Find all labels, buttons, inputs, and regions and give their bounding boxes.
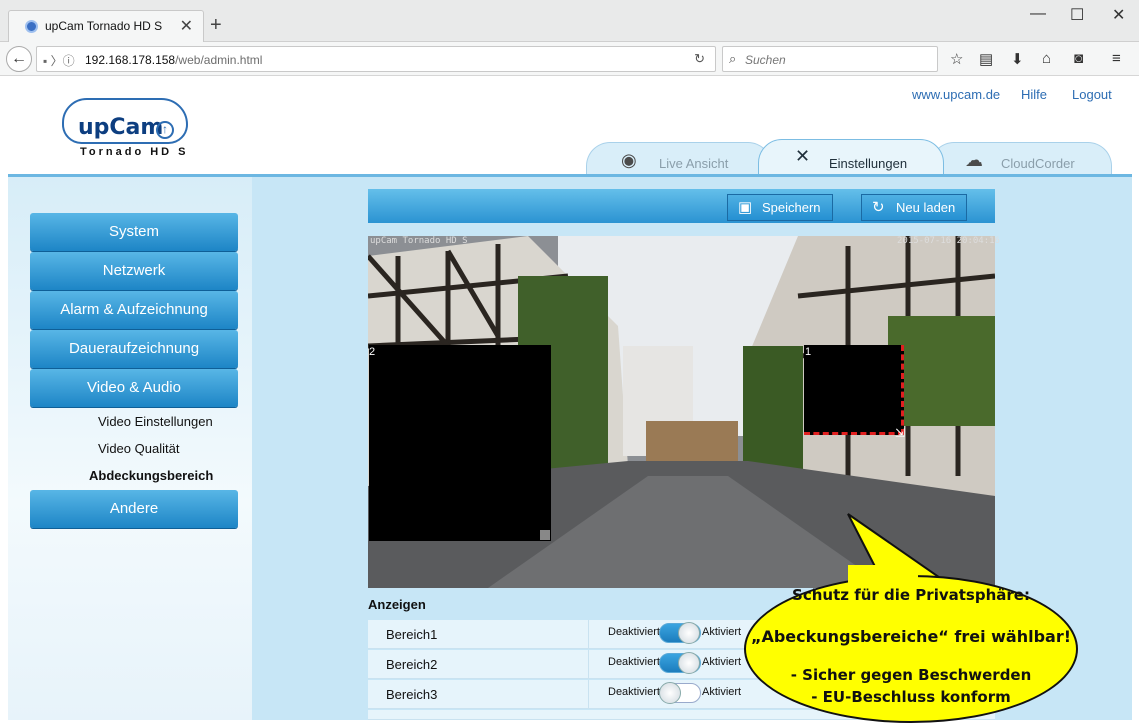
address-bar[interactable]: ▪ 〉ⓘ 192.168.178.158/web/admin.html ↻ (36, 46, 716, 72)
sidebar-item-other[interactable]: Andere (30, 490, 238, 528)
resize-handle-icon[interactable] (540, 530, 550, 540)
callout-line: - Sicher gegen Beschwerden (790, 666, 1032, 684)
close-window-button[interactable]: ✕ (1112, 5, 1125, 25)
camera-overlay-timestamp: 2015-07-16 20:04:16 (897, 236, 1000, 246)
camera-overlay-title: upCam Tornado HD S (370, 236, 468, 246)
reload-icon[interactable]: ↻ (694, 51, 705, 67)
bookmark-star-icon[interactable]: ☆ (950, 50, 963, 68)
callout-line: Schutz für die Privatsphäre: (792, 586, 1030, 604)
privacy-mask-label: 1 (805, 346, 812, 358)
sidebar-subitem-privacy-mask[interactable]: Abdeckungsbereich (89, 468, 213, 483)
privacy-mask-label: 2 (369, 346, 376, 358)
website-link[interactable]: www.upcam.de (912, 87, 1000, 102)
search-icon: ⌕ (729, 51, 737, 66)
close-tab-icon[interactable]: ✕ (180, 16, 193, 36)
sidebar-item-video-audio[interactable]: Video & Audio (30, 369, 238, 407)
menu-icon[interactable]: ≡ (1112, 50, 1121, 67)
sidebar-item-continuous-recording[interactable]: Daueraufzeichnung (30, 330, 238, 368)
logo-subtitle: Tornado HD S (80, 146, 189, 158)
area-toggle[interactable]: Deaktiviert (608, 686, 660, 698)
favicon-icon (25, 20, 38, 33)
home-icon[interactable]: ⌂ (1042, 50, 1051, 67)
browser-tab[interactable]: upCam Tornado HD S ✕ (8, 10, 204, 42)
resize-handle-icon[interactable]: ⇲ (893, 426, 907, 440)
section-heading: Anzeigen (368, 597, 426, 612)
toggle-switch[interactable] (659, 652, 701, 674)
tools-icon: ✕ (795, 146, 811, 166)
sidebar-item-network[interactable]: Netzwerk (30, 252, 238, 290)
sidebar-item-system[interactable]: System (30, 213, 238, 251)
area-toggle[interactable]: Deaktiviert (608, 656, 660, 668)
refresh-icon: ↻ (872, 199, 885, 216)
navigation-bar: ← ▪ 〉ⓘ 192.168.178.158/web/admin.html ↻ … (0, 42, 1139, 76)
logo-arrow-icon: ↑ (156, 121, 174, 139)
tab-cloudcorder[interactable]: ☁ CloudCorder (930, 142, 1112, 176)
new-tab-button[interactable]: + (210, 14, 222, 37)
reading-list-icon[interactable]: ▤ (979, 50, 993, 68)
sidebar-item-alarm[interactable]: Alarm & Aufzeichnung (30, 291, 238, 329)
area-toggle[interactable]: Deaktiviert (608, 626, 660, 638)
help-link[interactable]: Hilfe (1021, 87, 1047, 102)
download-icon[interactable]: ⬇ (1011, 50, 1024, 68)
sidebar-subitem-video-quality[interactable]: Video Qualität (98, 441, 179, 456)
cloud-icon: ☁ (965, 150, 983, 170)
url-text: 192.168.178.158/web/admin.html (85, 53, 263, 67)
toggle-switch[interactable] (659, 622, 701, 644)
logo: upCam (78, 115, 164, 140)
search-input[interactable]: ⌕ Suchen (722, 46, 938, 72)
save-icon: ▣ (738, 199, 753, 216)
logout-link[interactable]: Logout (1072, 87, 1112, 102)
pocket-icon[interactable]: ◙ (1074, 50, 1083, 67)
callout-line: - EU-Beschluss konform (811, 688, 1011, 706)
eye-icon: ◉ (621, 150, 637, 170)
tab-settings[interactable]: ✕ Einstellungen (758, 139, 944, 176)
maximize-button[interactable]: ☐ (1070, 5, 1084, 25)
tab-live-view[interactable]: ◉ Live Ansicht (586, 142, 772, 176)
privacy-mask-area[interactable] (369, 345, 551, 541)
site-info-icon[interactable]: ▪ 〉ⓘ (43, 52, 75, 69)
minimize-button[interactable]: — (1030, 5, 1046, 23)
reload-button[interactable]: ↻ Neu laden (861, 194, 967, 221)
privacy-mask-area[interactable] (804, 345, 904, 435)
callout-line: „Abeckungsbereiche“ frei wählbar! (750, 627, 1072, 646)
back-button[interactable]: ← (6, 46, 32, 72)
toggle-switch[interactable] (659, 682, 701, 704)
tab-title: upCam Tornado HD S (45, 19, 163, 33)
save-button[interactable]: ▣ Speichern (727, 194, 833, 221)
sidebar-subitem-video-settings[interactable]: Video Einstellungen (98, 414, 213, 429)
